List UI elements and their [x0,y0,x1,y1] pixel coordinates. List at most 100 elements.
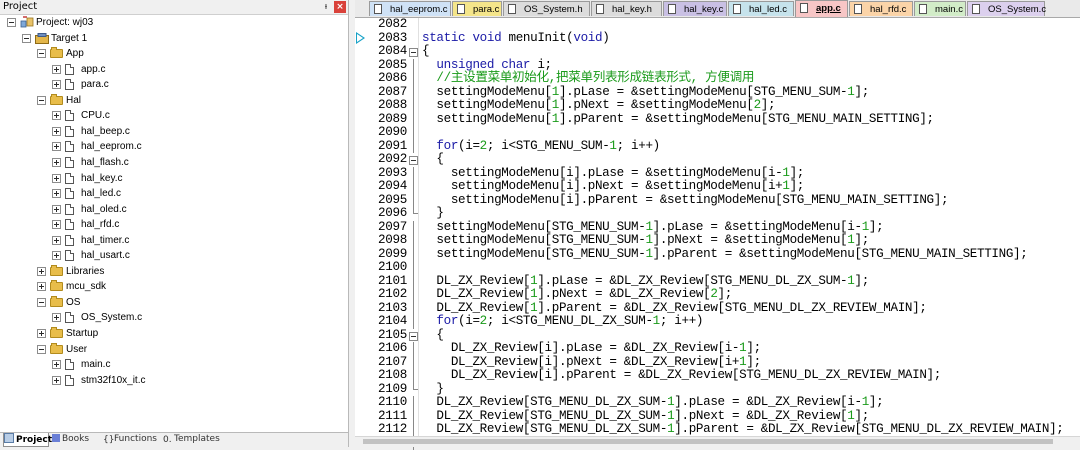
tree-file-item[interactable]: hal_timer.c [0,233,340,248]
tree-file-item[interactable]: stm32f10x_it.c [0,373,340,388]
tree-file-item[interactable]: hal_rfd.c [0,217,340,232]
tree-folder-item[interactable]: Startup [0,326,340,341]
code-line[interactable]: DL_ZX_Review[i].pLase = &DL_ZX_Review[i-… [422,342,761,356]
expand-plus-icon[interactable] [37,282,46,291]
close-pane-button[interactable]: × [334,1,346,13]
code-line[interactable]: DL_ZX_Review[STG_MENU_DL_ZX_SUM-1].pNext… [422,410,869,424]
code-line[interactable]: DL_ZX_Review[i].pNext = &DL_ZX_Review[i+… [422,356,761,370]
tree-folder-item[interactable]: OS [0,295,340,310]
expand-plus-icon[interactable] [52,189,61,198]
tree-folder-item[interactable]: App [0,46,340,61]
code-line[interactable]: //主设置菜单初始化,把菜单列表形成链表形式, 方便调用 [422,72,754,86]
tree-file-item[interactable]: OS_System.c [0,310,340,325]
tree-project-item[interactable]: Project: wj03 [0,15,340,30]
editor-tab[interactable]: main.c [914,1,966,16]
tree-folder-item[interactable]: mcu_sdk [0,279,340,294]
code-line[interactable]: { [422,153,444,167]
code-line[interactable]: settingModeMenu[STG_MENU_SUM-1].pParent … [422,248,1027,262]
code-line[interactable]: } [422,383,444,397]
expand-plus-icon[interactable] [37,267,46,276]
collapse-minus-icon[interactable] [37,298,46,307]
editor-tab[interactable]: app.c [795,0,848,17]
tree-file-item[interactable]: hal_eeprom.c [0,139,340,154]
tree-file-item[interactable]: hal_led.c [0,186,340,201]
expand-plus-icon[interactable] [52,111,61,120]
code-line[interactable]: settingModeMenu[1].pParent = &settingMod… [422,113,934,127]
expand-plus-icon[interactable] [52,376,61,385]
collapse-minus-icon[interactable] [37,49,46,58]
expand-plus-icon[interactable] [52,205,61,214]
fold-collapse-icon[interactable] [409,45,419,59]
code-line[interactable]: for(i=2; i<STG_MENU_DL_ZX_SUM-1; i++) [422,315,703,329]
code-line[interactable]: for(i=2; i<STG_MENU_SUM-1; i++) [422,140,660,154]
collapse-minus-icon[interactable] [37,345,46,354]
tree-file-item[interactable]: main.c [0,357,340,372]
editor-tab[interactable]: OS_System.h [503,1,590,16]
editor-tab[interactable]: OS_System.c [967,1,1045,16]
collapse-minus-icon[interactable] [7,18,16,27]
code-token: DL_ZX_Review[ [422,287,530,301]
code-line[interactable]: DL_ZX_Review[1].pNext = &DL_ZX_Review[2]… [422,288,732,302]
editor-tab[interactable]: hal_led.c [728,1,794,16]
expand-plus-icon[interactable] [52,127,61,136]
editor-tab[interactable]: para.c [452,1,502,16]
code-line[interactable]: DL_ZX_Review[1].pLase = &DL_ZX_Review[ST… [422,275,869,289]
collapse-minus-icon[interactable] [22,34,31,43]
editor-tab[interactable]: hal_eeprom.c [369,1,451,16]
expand-plus-icon[interactable] [52,313,61,322]
tree-folder-item[interactable]: Libraries [0,264,340,279]
tree-folder-item[interactable]: Hal [0,93,340,108]
editor-tab[interactable]: hal_rfd.c [849,1,913,16]
code-line[interactable]: settingModeMenu[i].pNext = &settingModeM… [422,180,804,194]
code-area[interactable]: 20822083static void menuInit(void)2084{2… [355,18,1080,437]
horizontal-scrollbar[interactable] [355,436,1080,447]
expand-plus-icon[interactable] [52,80,61,89]
code-line[interactable]: DL_ZX_Review[STG_MENU_DL_ZX_SUM-1].pLase… [422,396,883,410]
code-line[interactable]: settingModeMenu[1].pNext = &settingModeM… [422,99,775,113]
tree-file-item[interactable]: app.c [0,62,340,77]
line-number: 2087 [367,86,407,100]
tree-file-item[interactable]: para.c [0,77,340,92]
scrollbar-thumb[interactable] [363,439,1053,444]
tree-file-item[interactable]: hal_beep.c [0,124,340,139]
code-line[interactable]: { [422,329,444,343]
expand-plus-icon[interactable] [52,220,61,229]
code-line[interactable]: } [422,207,444,221]
editor-tab[interactable]: hal_key.h [591,1,662,16]
tab-templates[interactable]: 0.Templates [163,433,220,446]
tree-file-item[interactable]: hal_flash.c [0,155,340,170]
code-line[interactable]: settingModeMenu[i].pLase = &settingModeM… [422,167,804,181]
code-line[interactable]: settingModeMenu[STG_MENU_SUM-1].pNext = … [422,234,869,248]
expand-plus-icon[interactable] [52,251,61,260]
fold-collapse-icon[interactable] [409,153,419,167]
tree-file-item[interactable]: hal_key.c [0,171,340,186]
editor-tab[interactable]: hal_key.c [663,1,727,16]
code-line[interactable]: settingModeMenu[i].pParent = &settingMod… [422,194,948,208]
tree-file-item[interactable]: hal_oled.c [0,202,340,217]
tab-books[interactable]: Books [52,433,89,446]
expand-plus-icon[interactable] [52,360,61,369]
expand-plus-icon[interactable] [52,236,61,245]
fold-collapse-icon[interactable] [409,329,419,343]
expand-plus-icon[interactable] [52,65,61,74]
tree-target-item[interactable]: Target 1 [0,31,340,46]
tree-folder-item[interactable]: User [0,342,340,357]
code-line[interactable]: settingModeMenu[1].pLase = &settingModeM… [422,86,869,100]
tab-functions[interactable]: {}Functions [103,433,157,446]
expand-plus-icon[interactable] [37,329,46,338]
code-line[interactable]: unsigned char i; [422,59,552,73]
code-line[interactable]: DL_ZX_Review[1].pParent = &DL_ZX_Review[… [422,302,927,316]
tab-project[interactable]: Project [3,433,49,447]
expand-plus-icon[interactable] [52,142,61,151]
tree-file-item[interactable]: hal_usart.c [0,248,340,263]
code-line[interactable]: static void menuInit(void) [422,32,609,46]
expand-plus-icon[interactable] [52,174,61,183]
code-line[interactable]: DL_ZX_Review[i].pParent = &DL_ZX_Review[… [422,369,941,383]
tree-file-item[interactable]: CPU.c [0,108,340,123]
pin-icon[interactable]: ᵼ [321,0,331,14]
collapse-minus-icon[interactable] [37,96,46,105]
expand-plus-icon[interactable] [52,158,61,167]
code-line[interactable]: { [422,45,429,59]
code-line[interactable]: DL_ZX_Review[STG_MENU_DL_ZX_SUM-1].pPare… [422,423,1064,437]
code-line[interactable]: settingModeMenu[STG_MENU_SUM-1].pLase = … [422,221,883,235]
